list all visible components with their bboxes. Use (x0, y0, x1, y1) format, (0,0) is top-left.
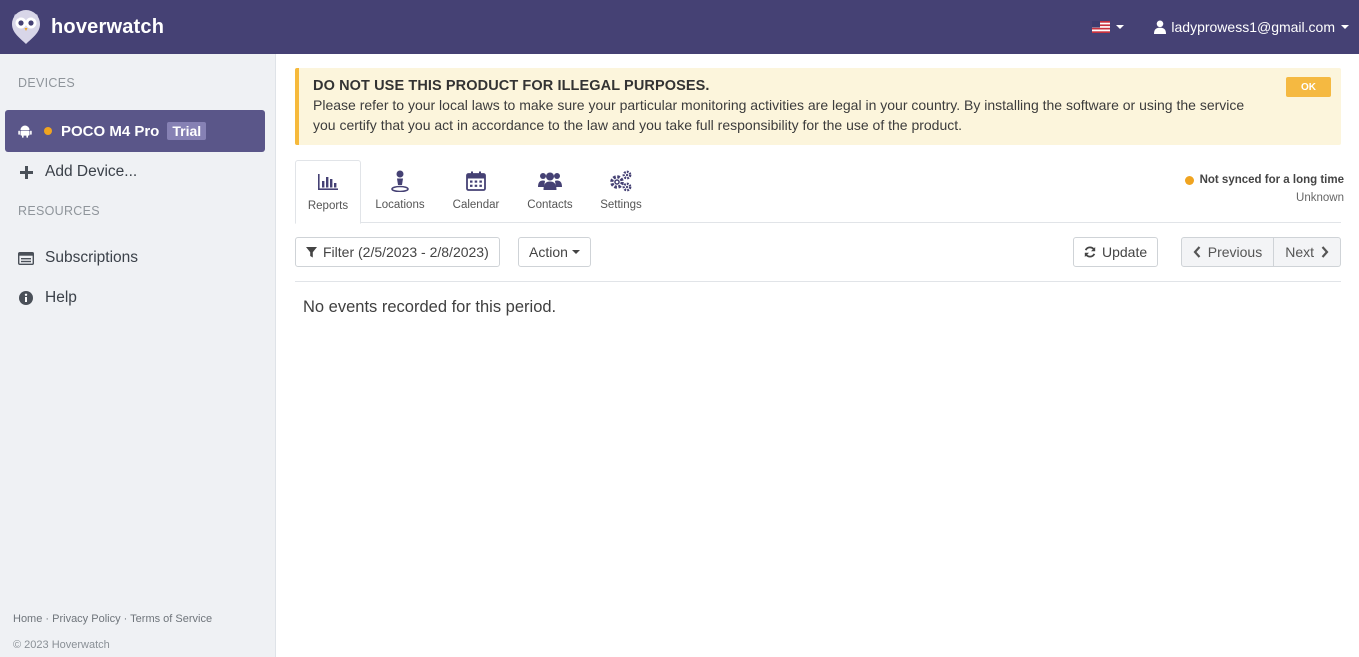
chevron-right-icon (1321, 246, 1329, 258)
refresh-icon (1084, 246, 1096, 258)
owl-logo-icon (10, 9, 42, 45)
chevron-left-icon (1193, 246, 1201, 258)
sidebar-item-help[interactable]: Help (18, 289, 77, 307)
action-dropdown[interactable]: Action (518, 237, 591, 267)
footer-home-link[interactable]: Home (13, 613, 42, 625)
sidebar: DEVICES POCO M4 Pro Trial Add Device... … (0, 54, 276, 657)
alert-title: DO NOT USE THIS PRODUCT FOR ILLEGAL PURP… (313, 78, 710, 94)
user-menu[interactable]: ladyprowess1@gmail.com (1154, 19, 1349, 35)
plus-icon (18, 164, 34, 180)
brand-name: hoverwatch (51, 15, 165, 38)
filter-button[interactable]: Filter (2/5/2023 - 2/8/2023) (295, 237, 500, 267)
sync-status-sub: Unknown (1296, 192, 1344, 204)
chevron-down-icon (571, 250, 580, 254)
tab-label: Settings (600, 199, 642, 211)
us-flag-icon (1092, 21, 1111, 33)
legal-warning-alert: DO NOT USE THIS PRODUCT FOR ILLEGAL PURP… (295, 68, 1341, 145)
action-label: Action (529, 244, 568, 260)
divider (295, 281, 1341, 282)
tab-reports[interactable]: Reports (295, 160, 361, 224)
calendar-icon (464, 169, 488, 193)
list-card-icon (18, 250, 34, 266)
resources-heading: RESOURCES (18, 204, 100, 218)
brand[interactable]: hoverwatch (10, 0, 164, 54)
update-label: Update (1102, 244, 1148, 260)
tab-label: Contacts (527, 199, 573, 211)
tab-locations[interactable]: Locations (369, 160, 431, 223)
user-icon (1154, 20, 1167, 34)
empty-state-message: No events recorded for this period. (303, 298, 557, 316)
language-dropdown[interactable] (1092, 21, 1125, 33)
tab-label: Reports (307, 200, 349, 212)
users-icon (538, 169, 562, 193)
sidebar-item-device[interactable]: POCO M4 Pro Trial (5, 110, 265, 152)
pagination: Previous Next (1180, 237, 1341, 267)
info-icon (18, 290, 34, 306)
help-label: Help (45, 289, 77, 306)
tab-settings[interactable]: Settings (593, 160, 649, 223)
alert-text: Please refer to your local laws to make … (313, 97, 1245, 133)
sync-status-text: Not synced for a long time (1199, 174, 1344, 186)
footer-terms-link[interactable]: Terms of Service (130, 613, 212, 625)
filter-icon (306, 246, 317, 257)
android-icon (18, 125, 32, 138)
sync-status-dot (1184, 175, 1194, 185)
tab-calendar[interactable]: Calendar (445, 160, 507, 223)
subscriptions-label: Subscriptions (45, 249, 139, 266)
devices-heading: DEVICES (18, 76, 75, 90)
footer-privacy-link[interactable]: Privacy Policy (52, 613, 120, 625)
previous-label: Previous (1207, 244, 1263, 260)
user-email: ladyprowess1@gmail.com (1171, 19, 1335, 35)
map-pin-icon (388, 169, 412, 193)
footer-links: Home · Privacy Policy · Terms of Service (13, 613, 212, 625)
tab-label: Calendar (452, 199, 500, 211)
trial-badge: Trial (167, 122, 207, 140)
ok-button[interactable]: OK (1286, 77, 1331, 97)
top-navbar: hoverwatch ladyprowess1@gmail.com (0, 0, 1359, 54)
tab-contacts[interactable]: Contacts (521, 160, 579, 223)
next-button[interactable]: Next (1274, 237, 1341, 267)
sidebar-item-subscriptions[interactable]: Subscriptions (18, 249, 138, 267)
previous-button[interactable]: Previous (1180, 237, 1275, 267)
filter-label: Filter (2/5/2023 - 2/8/2023) (323, 244, 489, 260)
add-device-link[interactable]: Add Device... (18, 163, 137, 181)
tab-label: Locations (375, 199, 425, 211)
device-name: POCO M4 Pro (61, 122, 160, 140)
copyright: © 2023 Hoverwatch (13, 639, 110, 651)
update-button[interactable]: Update (1073, 237, 1159, 267)
bar-chart-icon (316, 170, 340, 194)
next-label: Next (1285, 244, 1314, 260)
footer-separator: · (120, 613, 131, 625)
add-device-label: Add Device... (45, 163, 138, 180)
chevron-down-icon (1341, 25, 1349, 29)
device-status-dot (44, 127, 52, 135)
gears-icon (609, 169, 633, 193)
main-content: DO NOT USE THIS PRODUCT FOR ILLEGAL PURP… (276, 54, 1359, 657)
sync-status: Not synced for a long time Unknown (1184, 174, 1344, 204)
footer-separator: · (42, 613, 53, 625)
chevron-down-icon (1116, 25, 1125, 29)
